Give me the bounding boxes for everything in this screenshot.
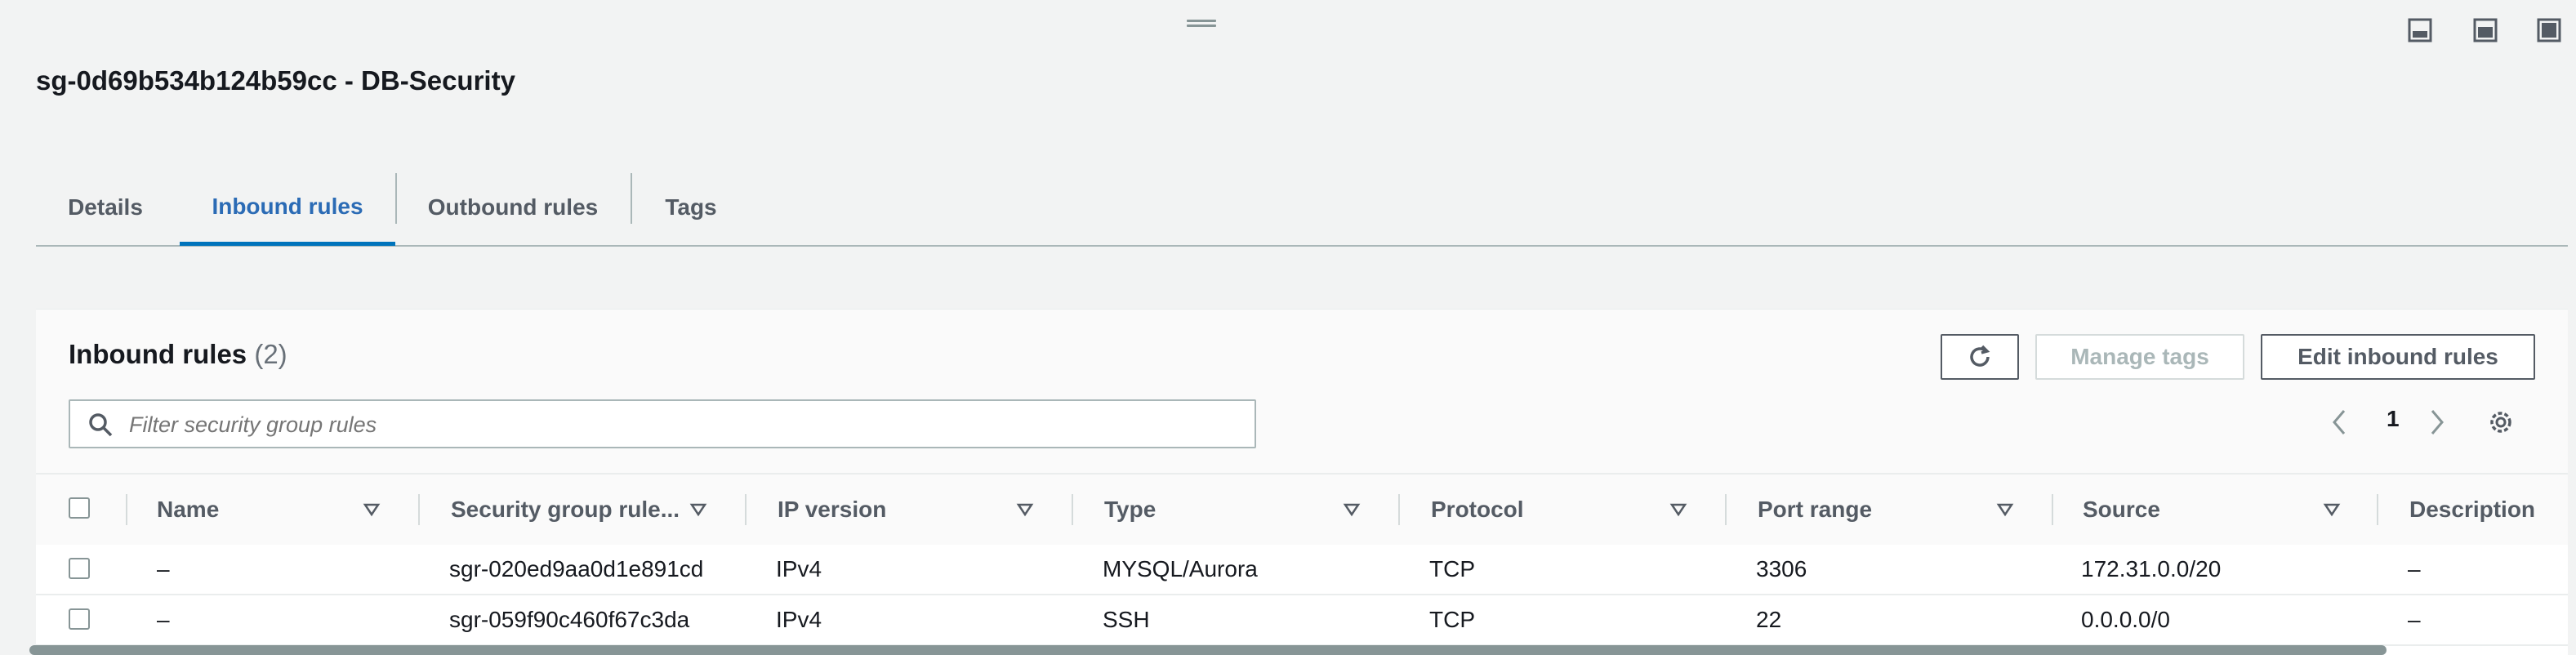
- column-header-source[interactable]: Source: [2083, 475, 2160, 545]
- panel-full-icon[interactable]: [2535, 16, 2563, 44]
- tab-bar: Details Inbound rules Outbound rules Tag…: [36, 172, 2568, 247]
- cell-type: SSH: [1103, 607, 1150, 632]
- drag-handle[interactable]: [1187, 20, 1216, 29]
- cell-source: 0.0.0.0/0: [2081, 607, 2170, 632]
- cell-port-range: 22: [1756, 607, 1782, 632]
- cell-protocol: TCP: [1429, 607, 1475, 632]
- select-all-checkbox[interactable]: [69, 497, 90, 519]
- horizontal-scrollbar[interactable]: [29, 645, 2387, 655]
- cell-rule-id: sgr-020ed9aa0d1e891cd: [449, 556, 704, 581]
- previous-page-icon[interactable]: [2329, 408, 2349, 443]
- cell-description: –: [2408, 607, 2421, 632]
- sort-icon[interactable]: [363, 501, 381, 519]
- row-checkbox[interactable]: [69, 558, 90, 579]
- cell-type: MYSQL/Aurora: [1103, 556, 1258, 581]
- search-input[interactable]: [127, 408, 1241, 442]
- page-title: sg-0d69b534b124b59cc - DB-Security: [36, 65, 515, 96]
- cell-description: –: [2408, 556, 2421, 581]
- rule-count: (2): [254, 339, 287, 369]
- column-header-description[interactable]: Description: [2409, 475, 2535, 545]
- refresh-icon: [1970, 345, 1990, 367]
- column-header-name[interactable]: Name: [157, 475, 219, 545]
- search-field[interactable]: [69, 399, 1256, 448]
- table-row[interactable]: – sgr-059f90c460f67c3da IPv4 SSH TCP 22 …: [36, 595, 2568, 646]
- manage-tags-button[interactable]: Manage tags: [2035, 334, 2244, 380]
- next-page-icon[interactable]: [2427, 408, 2447, 443]
- edit-inbound-rules-button[interactable]: Edit inbound rules: [2261, 334, 2535, 380]
- sort-icon[interactable]: [1343, 501, 1361, 519]
- inbound-rules-card: Inbound rules (2) Manage tags Edit inbou…: [36, 309, 2568, 655]
- sort-icon[interactable]: [1016, 501, 1034, 519]
- search-icon: [89, 413, 113, 437]
- column-header-port-range[interactable]: Port range: [1758, 475, 1872, 545]
- sort-icon[interactable]: [1669, 501, 1687, 519]
- column-header-rule-id[interactable]: Security group rule...: [451, 475, 680, 545]
- row-checkbox[interactable]: [69, 608, 90, 630]
- refresh-button[interactable]: [1941, 334, 2019, 380]
- card-title-label: Inbound rules: [69, 339, 247, 369]
- split-panel: sg-0d69b534b124b59cc - DB-Security Detai…: [7, 0, 2576, 655]
- tab-details[interactable]: Details: [36, 172, 175, 243]
- cell-rule-id: sgr-059f90c460f67c3da: [449, 607, 690, 632]
- card-header: Inbound rules (2) Manage tags Edit inbou…: [36, 310, 2568, 473]
- sort-icon[interactable]: [689, 501, 707, 519]
- sort-icon[interactable]: [2323, 501, 2341, 519]
- column-header-protocol[interactable]: Protocol: [1431, 475, 1524, 545]
- cell-port-range: 3306: [1756, 556, 1807, 581]
- settings-icon[interactable]: [2486, 408, 2516, 443]
- cell-ip-version: IPv4: [776, 607, 822, 632]
- sort-icon[interactable]: [1996, 501, 2014, 519]
- tab-tags[interactable]: Tags: [632, 172, 750, 243]
- table-header: Name Security group rule... IP version T…: [36, 473, 2568, 546]
- column-header-type[interactable]: Type: [1104, 475, 1156, 545]
- tab-outbound-rules[interactable]: Outbound rules: [397, 172, 629, 243]
- panel-middle-icon[interactable]: [2471, 16, 2499, 44]
- cell-name: –: [157, 556, 170, 581]
- panel-bottom-icon[interactable]: [2406, 16, 2434, 44]
- tab-inbound-rules[interactable]: Inbound rules: [180, 172, 395, 246]
- cell-name: –: [157, 607, 170, 632]
- card-title: Inbound rules (2): [69, 339, 287, 370]
- page-number[interactable]: 1: [2387, 406, 2400, 432]
- table-row[interactable]: – sgr-020ed9aa0d1e891cd IPv4 MYSQL/Auror…: [36, 545, 2568, 595]
- cell-protocol: TCP: [1429, 556, 1475, 581]
- cell-ip-version: IPv4: [776, 556, 822, 581]
- cell-source: 172.31.0.0/20: [2081, 556, 2222, 581]
- column-header-ip-version[interactable]: IP version: [778, 475, 886, 545]
